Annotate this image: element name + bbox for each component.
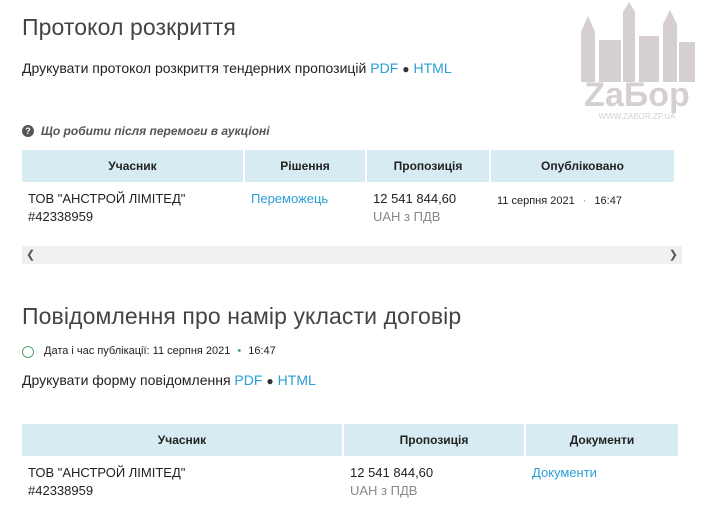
- protocol-table: Учасник Рішення Пропозиція Опубліковано …: [20, 150, 676, 234]
- svg-text:WWW.ZABOR.ZP.UA: WWW.ZABOR.ZP.UA: [599, 112, 676, 121]
- participant-cell: ТОВ "АНСТРОЙ ЛІМІТЕД" #42338959: [22, 182, 243, 234]
- pub-time: 16:47: [248, 345, 276, 357]
- horizontal-scrollbar[interactable]: ❮ ❯: [22, 246, 682, 264]
- protocol-title: Протокол розкриття: [22, 14, 236, 40]
- scroll-left-icon[interactable]: ❮: [26, 248, 35, 261]
- col-decision: Рішення: [245, 150, 365, 182]
- notice-html-link[interactable]: HTML: [278, 372, 316, 388]
- participant-cell: ТОВ "АНСТРОЙ ЛІМІТЕД" #42338959: [22, 456, 342, 508]
- participant-name: ТОВ "АНСТРОЙ ЛІМІТЕД": [28, 191, 186, 206]
- col-offer: Пропозиція: [344, 424, 524, 456]
- participant-id: #42338959: [28, 483, 94, 498]
- offer-amount: 12 541 844,60: [373, 191, 457, 206]
- protocol-print-line: Друкувати протокол розкриття тендерних п…: [22, 60, 452, 76]
- notice-pdf-link[interactable]: PDF: [234, 372, 262, 388]
- auction-win-hint[interactable]: ? Що робити після перемоги в аукціоні: [22, 124, 270, 138]
- clock-icon: [22, 346, 34, 358]
- documents-link[interactable]: Документи: [532, 465, 597, 480]
- hint-text: Що робити після перемоги в аукціоні: [41, 124, 270, 138]
- col-documents: Документи: [526, 424, 678, 456]
- question-icon: ?: [22, 125, 34, 137]
- published-cell: 11 серпня 2021 · 16:47: [491, 182, 674, 234]
- zabor-watermark-logo: ZaБор WWW.ZABOR.ZP.UA: [581, 2, 695, 121]
- published-time: 16:47: [594, 195, 622, 207]
- pub-label: Дата і час публікації: 11 серпня 2021: [44, 345, 231, 357]
- svg-text:ZaБор: ZaБор: [584, 76, 690, 114]
- col-participant: Учасник: [22, 150, 243, 182]
- separator-dot: ·: [582, 195, 587, 207]
- protocol-pdf-link[interactable]: PDF: [370, 60, 398, 76]
- offer-currency: UAH з ПДВ: [373, 209, 441, 224]
- offer-amount: 12 541 844,60: [350, 465, 434, 480]
- table-row: ТОВ "АНСТРОЙ ЛІМІТЕД" #42338959 12 541 8…: [22, 456, 678, 508]
- separator-dot: •: [237, 345, 242, 357]
- table-row: ТОВ "АНСТРОЙ ЛІМІТЕД" #42338959 Переможе…: [22, 182, 674, 234]
- winner-link[interactable]: Переможець: [251, 191, 328, 206]
- notice-publication-date: Дата і час публікації: 11 серпня 2021 • 16…: [44, 345, 276, 357]
- offer-currency: UAH з ПДВ: [350, 483, 418, 498]
- offer-cell: 12 541 844,60 UAH з ПДВ: [344, 456, 524, 508]
- col-participant: Учасник: [22, 424, 342, 456]
- decision-cell: Переможець: [245, 182, 365, 234]
- separator-dot: ●: [266, 374, 274, 388]
- notice-print-line: Друкувати форму повідомлення PDF ● HTML: [22, 372, 316, 388]
- separator-dot: ●: [402, 62, 410, 76]
- notice-print-text: Друкувати форму повідомлення: [22, 372, 231, 388]
- col-published: Опубліковано: [491, 150, 674, 182]
- participant-id: #42338959: [28, 209, 94, 224]
- published-date: 11 серпня 2021: [497, 195, 575, 207]
- notice-table: Учасник Пропозиція Документи ТОВ "АНСТРО…: [20, 424, 680, 508]
- participant-name: ТОВ "АНСТРОЙ ЛІМІТЕД": [28, 465, 186, 480]
- notice-title: Повідомлення про намір укласти договір: [22, 303, 462, 329]
- offer-cell: 12 541 844,60 UAH з ПДВ: [367, 182, 489, 234]
- documents-cell: Документи: [526, 456, 678, 508]
- col-offer: Пропозиція: [367, 150, 489, 182]
- protocol-print-text: Друкувати протокол розкриття тендерних п…: [22, 60, 367, 76]
- scroll-right-icon[interactable]: ❯: [669, 248, 678, 261]
- protocol-html-link[interactable]: HTML: [414, 60, 452, 76]
